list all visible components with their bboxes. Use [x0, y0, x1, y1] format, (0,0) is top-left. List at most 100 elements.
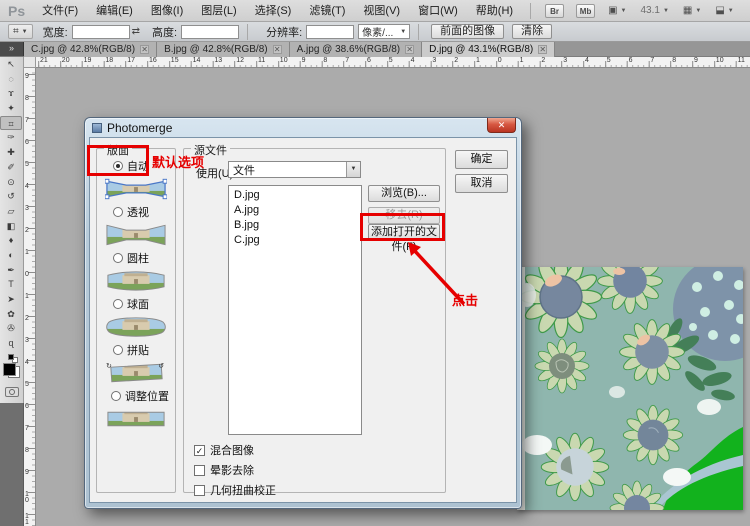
- tab-close-icon[interactable]: ✕: [273, 45, 282, 54]
- resolution-unit-select[interactable]: 像素/... ▼: [358, 24, 410, 39]
- hand-tool[interactable]: ✇: [0, 321, 22, 336]
- menu-item[interactable]: 滤镜(T): [300, 0, 354, 22]
- chevron-down-icon: ▼: [621, 8, 627, 14]
- menu-item[interactable]: 编辑(E): [87, 0, 142, 22]
- blur-tool[interactable]: ♦: [0, 233, 22, 248]
- zoom-level-control[interactable]: 43.1 ▼: [640, 5, 668, 16]
- file-list-item[interactable]: A.jpg: [229, 203, 361, 218]
- screen-mode-icon: ⬓: [715, 5, 724, 16]
- source-file-list[interactable]: D.jpgA.jpgB.jpgC.jpg: [228, 185, 362, 435]
- checkbox-icon[interactable]: [194, 485, 205, 496]
- layout-radio-row[interactable]: 调整位置: [111, 388, 169, 403]
- ruler-number: 9: [302, 57, 306, 64]
- arrange-documents-button[interactable]: ▦ ▼: [683, 5, 701, 16]
- checkbox-label: 晕影去除: [210, 462, 254, 478]
- switch-colors-icon[interactable]: [8, 354, 14, 360]
- menu-item[interactable]: 帮助(H): [467, 0, 522, 22]
- menu-item[interactable]: 视图(V): [354, 0, 409, 22]
- crop-tool[interactable]: ⌗: [0, 116, 22, 131]
- foreground-color-swatch[interactable]: [3, 363, 16, 376]
- custom-shape-tool[interactable]: ✿: [0, 307, 22, 322]
- gradient-tool[interactable]: ◧: [0, 219, 22, 234]
- ruler-number: 17: [127, 57, 135, 64]
- ruler-number: 9: [25, 470, 29, 476]
- file-list-item[interactable]: D.jpg: [229, 188, 361, 203]
- tab-close-icon[interactable]: ✕: [538, 45, 547, 54]
- move-tool[interactable]: ↖: [0, 57, 22, 72]
- browse-button[interactable]: 浏览(B)...: [368, 185, 440, 202]
- swap-dimensions-icon[interactable]: ⇄: [132, 26, 140, 37]
- dialog-close-button[interactable]: ✕: [487, 118, 516, 133]
- document-tab[interactable]: A.jpg @ 38.6%(RGB/8) ✕: [290, 42, 423, 57]
- layout-radio-row[interactable]: 透视: [113, 204, 167, 219]
- checkbox-row[interactable]: 混合图像: [194, 442, 254, 458]
- brush-tool[interactable]: ✐: [0, 160, 22, 175]
- file-list-item[interactable]: B.jpg: [229, 218, 361, 233]
- cancel-button[interactable]: 取消: [455, 174, 508, 193]
- marquee-tool[interactable]: ◌: [0, 72, 22, 87]
- annotation-default-option: 默认选项: [152, 152, 204, 171]
- ruler-number: 5: [389, 57, 393, 64]
- eyedropper-tool[interactable]: ✑: [0, 130, 22, 145]
- menu-item[interactable]: 图像(I): [142, 0, 192, 22]
- options-separator: [418, 24, 419, 40]
- radio-icon[interactable]: [113, 299, 123, 309]
- document-tab[interactable]: C.jpg @ 42.8%(RGB/8) ✕: [24, 42, 157, 57]
- resolution-input[interactable]: [306, 25, 354, 39]
- ruler-number: 1 1: [25, 514, 29, 526]
- radio-icon[interactable]: [113, 207, 123, 217]
- clone-stamp-tool[interactable]: ⊙: [0, 175, 22, 190]
- tool-preset-picker[interactable]: ⌗ ▼: [8, 24, 33, 39]
- menu-item[interactable]: 窗口(W): [409, 0, 467, 22]
- dialog-title: Photomerge: [107, 121, 172, 135]
- radio-icon[interactable]: [113, 253, 123, 263]
- mini-bridge-button[interactable]: Mb: [576, 4, 595, 18]
- clear-button[interactable]: 清除: [512, 24, 552, 39]
- checkbox-icon[interactable]: [194, 445, 205, 456]
- front-image-button[interactable]: 前面的图像: [431, 24, 504, 39]
- layout-radio-row[interactable]: 球面: [113, 296, 167, 311]
- tab-label: A.jpg @ 38.6%(RGB/8): [297, 44, 401, 55]
- tab-close-icon[interactable]: ✕: [405, 45, 414, 54]
- ok-button[interactable]: 确定: [455, 150, 508, 169]
- color-swatches[interactable]: [0, 354, 22, 384]
- eraser-tool[interactable]: ▱: [0, 204, 22, 219]
- view-extras-button[interactable]: ▣ ▼: [608, 5, 626, 16]
- menu-item[interactable]: 文件(F): [33, 0, 87, 22]
- collapse-panels-button[interactable]: »: [0, 42, 24, 56]
- screen-mode-button[interactable]: ⬓ ▼: [715, 5, 733, 16]
- healing-brush-tool[interactable]: ✚: [0, 145, 22, 160]
- use-select[interactable]: 文件 ▼: [228, 161, 361, 178]
- layout-radio-row[interactable]: 拼贴: [113, 342, 167, 357]
- dodge-tool[interactable]: ◐: [0, 248, 22, 263]
- pen-tool[interactable]: ✒: [0, 263, 22, 278]
- layout-radio-row[interactable]: 圆柱: [113, 250, 167, 265]
- bridge-launcher-button[interactable]: Br: [545, 4, 564, 18]
- width-input[interactable]: [72, 25, 130, 39]
- tab-close-icon[interactable]: ✕: [140, 45, 149, 54]
- history-brush-tool[interactable]: ↺: [0, 189, 22, 204]
- horizontal-ruler[interactable]: 2120191817161514131211109876543210123456…: [36, 57, 750, 68]
- ruler-number: 6: [629, 57, 633, 64]
- checkbox-icon[interactable]: [194, 465, 205, 476]
- document-tab[interactable]: D.jpg @ 43.1%(RGB/8) ✕: [422, 42, 555, 57]
- radio-icon[interactable]: [111, 391, 121, 401]
- checkbox-row[interactable]: 晕影去除: [194, 462, 254, 478]
- checkbox-row[interactable]: 几何扭曲校正: [194, 482, 276, 498]
- vertical-ruler[interactable]: 98765432101234567891 01 1: [24, 57, 36, 526]
- file-list-item[interactable]: C.jpg: [229, 233, 361, 248]
- menu-item[interactable]: 图层(L): [192, 0, 245, 22]
- document-tab[interactable]: B.jpg @ 42.8%(RGB/8) ✕: [157, 42, 290, 57]
- type-tool[interactable]: T: [0, 277, 22, 292]
- dialog-titlebar[interactable]: Photomerge: [85, 118, 521, 137]
- quick-mask-button[interactable]: [5, 387, 19, 397]
- path-selection-tool[interactable]: ➤: [0, 292, 22, 307]
- zoom-tool[interactable]: ɋ: [0, 336, 22, 351]
- radio-icon[interactable]: [113, 345, 123, 355]
- quick-selection-tool[interactable]: ✦: [0, 101, 22, 116]
- height-input[interactable]: [181, 25, 239, 39]
- layout-option: 透视: [105, 204, 167, 250]
- lasso-tool[interactable]: ɤ: [0, 86, 22, 101]
- menu-item[interactable]: 选择(S): [246, 0, 301, 22]
- layout-option: 圆柱: [105, 250, 167, 296]
